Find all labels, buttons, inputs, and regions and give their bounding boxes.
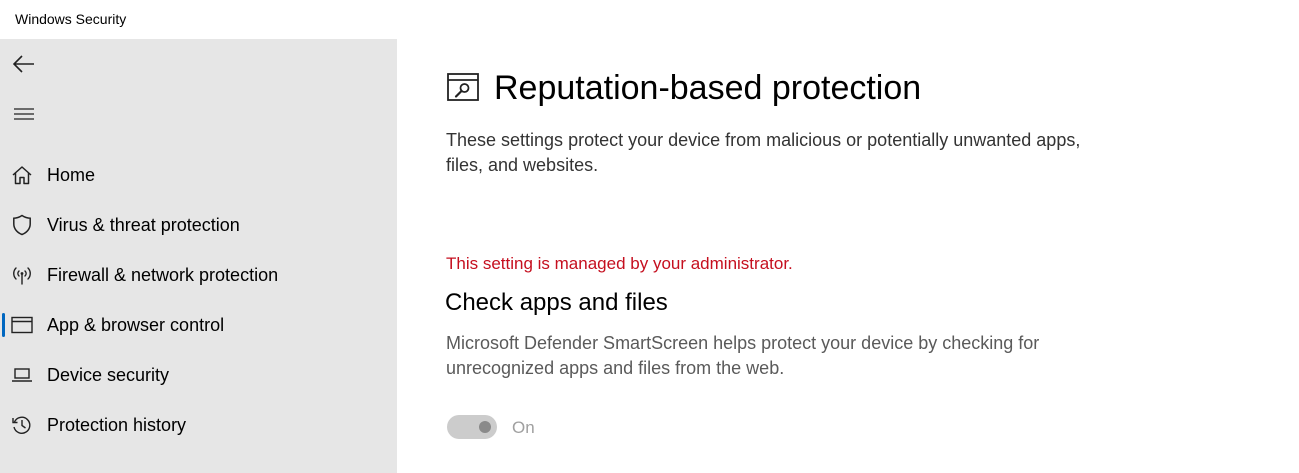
- app-window: Windows Security Home Virus & threat pro…: [0, 0, 1299, 473]
- sidebar: Home Virus & threat protection Firewall …: [0, 39, 397, 473]
- reputation-protection-icon: [447, 73, 479, 103]
- sidebar-item-protection-history[interactable]: Protection history: [0, 402, 397, 448]
- sidebar-item-label: Device security: [47, 364, 170, 385]
- menu-button[interactable]: [0, 94, 48, 134]
- toggle-knob: [479, 421, 491, 433]
- title-bar: Windows Security: [0, 0, 1299, 39]
- sidebar-item-app-browser-control[interactable]: App & browser control: [0, 302, 397, 348]
- back-arrow-icon: [13, 55, 34, 73]
- section-title: Check apps and files: [445, 289, 668, 316]
- sidebar-item-label: App & browser control: [47, 314, 225, 335]
- hamburger-menu-icon: [14, 108, 34, 120]
- page-description: These settings protect your device from …: [446, 130, 1081, 175]
- sidebar-item-device-security[interactable]: Device security: [0, 352, 397, 398]
- antenna-icon: [10, 263, 34, 287]
- toggle-state-label: On: [512, 418, 535, 437]
- section-description: Microsoft Defender SmartScreen helps pro…: [446, 333, 1040, 378]
- home-icon: [10, 163, 34, 187]
- sidebar-item-label: Firewall & network protection: [47, 264, 279, 285]
- admin-managed-warning: This setting is managed by your administ…: [446, 254, 793, 273]
- sidebar-item-home[interactable]: Home: [0, 152, 397, 198]
- sidebar-item-label: Protection history: [47, 414, 187, 435]
- sidebar-item-virus-threat-protection[interactable]: Virus & threat protection: [0, 202, 397, 248]
- main-content: Reputation-based protection These settin…: [397, 39, 1299, 473]
- sidebar-item-label: Virus & threat protection: [47, 214, 240, 235]
- laptop-icon: [10, 363, 34, 387]
- page-title: Reputation-based protection: [494, 69, 922, 107]
- history-icon: [10, 413, 34, 437]
- selection-indicator: [2, 313, 5, 337]
- sidebar-item-label: Home: [47, 164, 96, 185]
- app-browser-icon: [10, 313, 34, 337]
- check-apps-toggle[interactable]: [447, 415, 497, 439]
- sidebar-item-firewall-network-protection[interactable]: Firewall & network protection: [0, 252, 397, 298]
- window-title: Windows Security: [15, 11, 127, 27]
- shield-icon: [10, 213, 34, 237]
- back-button[interactable]: [0, 44, 48, 84]
